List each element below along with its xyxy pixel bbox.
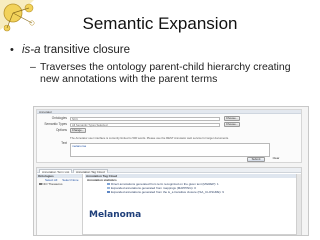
semantic-types-field[interactable]: All Semantic Types Selected: [70, 122, 220, 127]
tag-cloud-scrollbar[interactable]: [296, 174, 301, 235]
slide-title: Semantic Expansion: [82, 14, 238, 33]
clear-link[interactable]: Clear: [270, 157, 282, 162]
semantic-types-choose-button[interactable]: Choose...: [224, 122, 240, 127]
sub-bullet-text: Traverses the ontology parent-child hier…: [40, 61, 291, 85]
stat-isa-closure: Expanded annotations generated from the …: [85, 190, 301, 194]
ontologies-field[interactable]: NCIt: [70, 116, 220, 121]
submit-button[interactable]: Submit: [247, 157, 265, 162]
stat-swatch: [107, 190, 110, 194]
stat-isa-closure-text: Expanded annotations generated from the …: [111, 190, 224, 194]
ontology-item-label: NCI Thesaurus: [42, 182, 63, 186]
semantic-types-label: Semantic Types: [44, 122, 67, 126]
semantic-types-row: Semantic Types All Semantic Types Select…: [39, 122, 301, 127]
bullet-is-a: is-a: [22, 44, 41, 56]
results-tabs: Annotation Term List Annotation Tag Clou…: [37, 168, 301, 174]
text-input[interactable]: melanoma: [70, 143, 270, 157]
tag-cloud-word[interactable]: Melanoma: [89, 210, 141, 220]
ontologies-choose-button[interactable]: Choose...: [224, 116, 240, 121]
form-header: Annotator: [37, 110, 301, 114]
text-label: Text: [61, 141, 67, 145]
bullet-rest: transitive closure: [40, 44, 131, 56]
results-panel: Annotation Term List Annotation Tag Clou…: [36, 167, 302, 235]
ontologies-list: Ontologies Select All Select None NCI Th…: [37, 174, 83, 235]
tab-annotation-tag-cloud[interactable]: Annotation Tag Cloud: [73, 168, 108, 174]
ontologies-row: Ontologies NCIt Choose...: [39, 116, 301, 121]
ontology-item[interactable]: NCI Thesaurus: [37, 182, 82, 186]
bullet-main: • is-a transitive closure: [10, 44, 131, 56]
sub-bullet-dash: –: [30, 61, 36, 73]
options-label: Options: [56, 128, 67, 132]
sub-bullet: – Traverses the ontology parent-child hi…: [30, 61, 312, 85]
bullet-dot: •: [10, 44, 14, 56]
limit-note: The Annotator user interface is currentl…: [70, 136, 229, 140]
text-input-value: melanoma: [72, 144, 87, 148]
options-change-button[interactable]: Change...: [70, 128, 86, 133]
ontologies-label: Ontologies: [51, 116, 67, 120]
tag-cloud-panel: Annotation Tag Cloud Annotation statisti…: [85, 174, 301, 235]
annotator-form: Annotator Ontologies NCIt Choose... Sema…: [36, 109, 302, 163]
select-none-link[interactable]: Select None: [62, 178, 78, 182]
annotator-screenshot: Annotator Ontologies NCIt Choose... Sema…: [33, 106, 309, 236]
options-row: Options Change...: [39, 128, 301, 133]
tab-annotation-term-list[interactable]: Annotation Term List: [39, 168, 73, 174]
